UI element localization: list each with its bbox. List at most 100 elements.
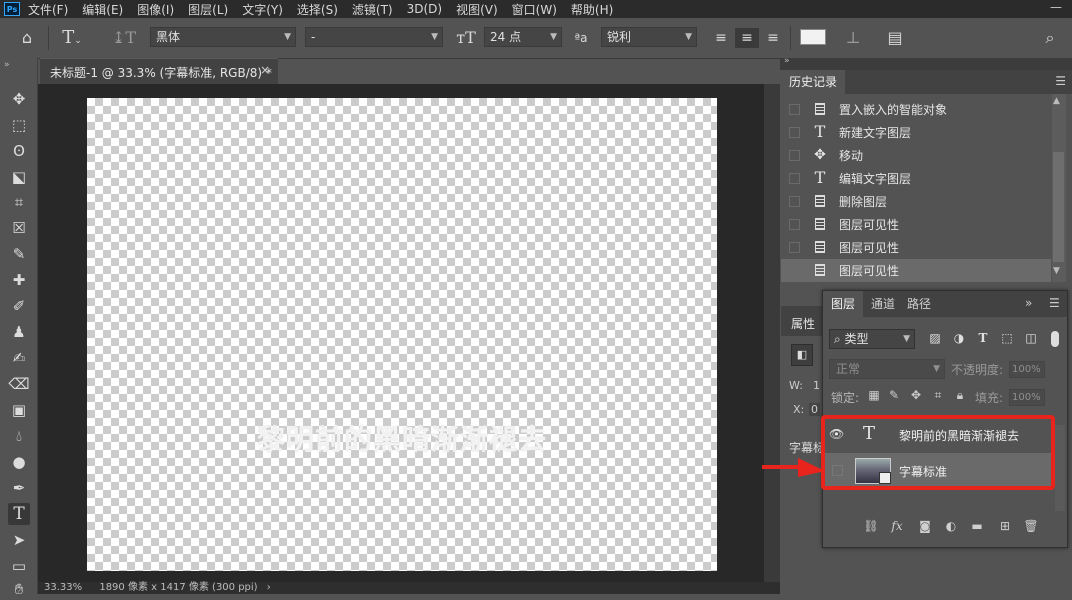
add-mask-icon[interactable]: ◙ <box>917 519 933 533</box>
smart-object-filter-icon[interactable]: ◫ <box>1023 331 1039 345</box>
history-item[interactable]: T 新建文字图层 <box>781 121 1051 144</box>
move-tool-icon[interactable]: ✥ <box>8 88 30 110</box>
menu-image[interactable]: 图像(I) <box>137 1 174 18</box>
align-right-icon[interactable]: ≡ <box>764 28 782 48</box>
adjustment-layer-icon[interactable]: ◐ <box>943 519 959 533</box>
menu-filter[interactable]: 滤镜(T) <box>352 1 393 18</box>
collapse-icon[interactable]: » <box>4 60 10 70</box>
new-group-icon[interactable]: ▬ <box>969 519 985 533</box>
history-brush-source-checkbox[interactable] <box>789 150 800 161</box>
align-center-icon[interactable]: ≡ <box>735 28 759 48</box>
width-value[interactable]: 1 <box>813 379 820 392</box>
x-value[interactable]: 0 <box>809 403 820 416</box>
adjustment-layer-filter-icon[interactable]: ◑ <box>951 331 967 345</box>
antialias-select[interactable]: 锐利 ▼ <box>601 27 697 47</box>
canvas-text-layer[interactable]: 黎明前的黑暗渐渐褪去 <box>87 418 717 458</box>
scroll-up-icon[interactable]: ▲ <box>1053 96 1060 106</box>
panel-menu-icon[interactable]: ☰ <box>1055 74 1066 88</box>
fx-icon[interactable]: fx <box>889 519 905 533</box>
history-item-current[interactable]: 图层可见性 <box>781 259 1051 282</box>
frame-tool-icon[interactable]: ☒ <box>8 217 30 239</box>
delete-layer-icon[interactable]: 🗑︎ <box>1023 519 1039 533</box>
history-item[interactable]: 图层可见性 <box>781 236 1051 259</box>
history-brush-source-checkbox[interactable] <box>789 104 800 115</box>
home-icon[interactable]: ⌂ <box>16 28 38 48</box>
eyedropper-tool-icon[interactable]: ✎ <box>8 243 30 265</box>
history-item[interactable]: 图层可见性 <box>781 213 1051 236</box>
crop-tool-icon[interactable]: ⌗ <box>8 191 30 213</box>
history-scrollbar-thumb[interactable] <box>1053 152 1064 262</box>
history-item[interactable]: 置入嵌入的智能对象 <box>781 98 1051 121</box>
shape-layer-filter-icon[interactable]: ⬚ <box>999 331 1015 345</box>
workspace-scrollbar[interactable] <box>764 84 780 582</box>
layer-filter-select[interactable]: ⌕ 类型 ▼ <box>829 329 915 349</box>
history-brush-source-checkbox[interactable] <box>789 265 800 276</box>
lock-all-icon[interactable]: 🔒︎ <box>953 388 967 403</box>
document-tab[interactable]: 未标题-1 @ 33.3% (字幕标准, RGB/8) * × <box>40 58 278 84</box>
history-item[interactable]: 删除图层 <box>781 190 1051 213</box>
document-canvas[interactable] <box>87 98 717 571</box>
scroll-down-icon[interactable]: ▼ <box>1053 266 1060 276</box>
search-icon[interactable]: ⌕ <box>1039 28 1061 48</box>
zoom-level[interactable]: 33.33% <box>44 582 82 593</box>
rectangle-tool-icon[interactable]: ▭ <box>8 555 30 577</box>
history-item[interactable]: ✥ 移动 <box>781 144 1051 167</box>
healing-brush-tool-icon[interactable]: ✚ <box>8 269 30 291</box>
history-brush-source-checkbox[interactable] <box>789 242 800 253</box>
pixel-layer-filter-icon[interactable]: ▨ <box>927 331 943 345</box>
tab-paths[interactable]: 路径 <box>899 291 939 317</box>
history-brush-source-checkbox[interactable] <box>789 219 800 230</box>
font-family-select[interactable]: 黑体 ▼ <box>150 27 296 47</box>
brush-tool-icon[interactable]: ✐ <box>8 295 30 317</box>
lock-transparent-pixels-icon[interactable]: ▦ <box>867 388 881 402</box>
menu-help[interactable]: 帮助(H) <box>571 1 613 18</box>
history-brush-tool-icon[interactable]: ✍ <box>8 347 30 369</box>
panel-menu-icon[interactable]: ☰ <box>1049 296 1060 310</box>
lock-position-icon[interactable]: ✥ <box>909 388 923 402</box>
menu-3d[interactable]: 3D(D) <box>407 2 442 16</box>
history-brush-source-checkbox[interactable] <box>789 173 800 184</box>
path-selection-tool-icon[interactable]: ➤ <box>8 529 30 551</box>
filter-toggle-icon[interactable] <box>1051 331 1059 347</box>
lock-artboard-icon[interactable]: ⌗ <box>931 388 945 403</box>
tab-channels[interactable]: 通道 <box>863 291 903 317</box>
font-size-select[interactable]: 24 点 ▼ <box>484 27 562 47</box>
menu-edit[interactable]: 编辑(E) <box>82 1 123 18</box>
history-item[interactable]: T 编辑文字图层 <box>781 167 1051 190</box>
layers-scrollbar[interactable] <box>1055 425 1065 511</box>
menu-layer[interactable]: 图层(L) <box>188 1 228 18</box>
blur-tool-icon[interactable]: 💧︎ <box>8 425 30 447</box>
link-layers-icon[interactable]: ⛓ <box>863 519 879 533</box>
blend-mode-select[interactable]: 正常 ▼ <box>829 359 945 379</box>
tab-history[interactable]: 历史记录 <box>781 70 846 94</box>
menu-file[interactable]: 文件(F) <box>28 1 68 18</box>
font-style-select[interactable]: - ▼ <box>305 27 443 47</box>
lasso-tool-icon[interactable]: ʘ <box>8 140 30 162</box>
smart-object-icon[interactable]: ◧ <box>791 344 813 366</box>
dodge-tool-icon[interactable]: ● <box>8 451 30 473</box>
hand-tool-icon[interactable]: ✋︎ <box>8 578 30 600</box>
opacity-input[interactable]: 100% <box>1009 361 1045 378</box>
menu-view[interactable]: 视图(V) <box>456 1 498 18</box>
fill-input[interactable]: 100% <box>1009 389 1045 406</box>
tab-properties[interactable]: 属性 <box>781 306 827 336</box>
menu-select[interactable]: 选择(S) <box>297 1 338 18</box>
new-layer-icon[interactable]: ⊞ <box>997 519 1013 533</box>
collapse-icon[interactable]: » <box>784 56 790 66</box>
object-select-tool-icon[interactable]: ⬕ <box>8 166 30 188</box>
text-color-swatch[interactable] <box>800 29 826 45</box>
expand-icon[interactable]: » <box>1025 296 1032 310</box>
close-icon[interactable]: × <box>260 63 270 77</box>
history-brush-source-checkbox[interactable] <box>789 196 800 207</box>
text-orientation-icon[interactable]: ↨T <box>112 28 136 48</box>
eraser-tool-icon[interactable]: ⌫ <box>8 373 30 395</box>
gradient-tool-icon[interactable]: ▣ <box>8 399 30 421</box>
clone-stamp-tool-icon[interactable]: ♟ <box>8 321 30 343</box>
tab-layers[interactable]: 图层 <box>823 291 864 317</box>
marquee-tool-icon[interactable]: ⬚ <box>8 114 30 136</box>
lock-image-pixels-icon[interactable]: ✎ <box>887 388 901 402</box>
history-brush-source-checkbox[interactable] <box>789 127 800 138</box>
window-minimize-button[interactable]: — <box>1046 0 1066 18</box>
type-tool-preset-icon[interactable]: T⌄ <box>58 28 86 51</box>
align-left-icon[interactable]: ≡ <box>712 28 730 48</box>
